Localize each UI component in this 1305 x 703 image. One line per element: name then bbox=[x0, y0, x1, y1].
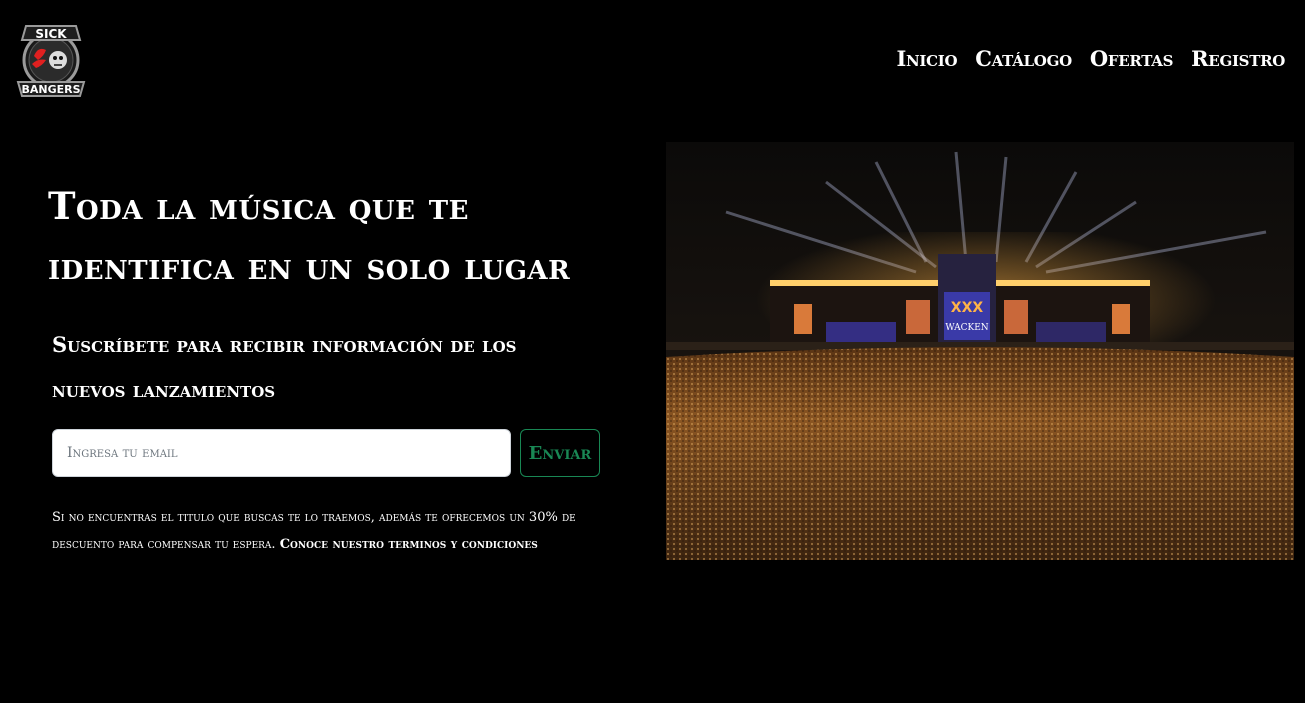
nav-inicio[interactable]: Inicio bbox=[896, 46, 957, 71]
concert-image: XXX WACKEN bbox=[666, 142, 1294, 560]
main-nav: Inicio Catálogo Ofertas Registro bbox=[896, 46, 1285, 71]
stage-banner-text: WACKEN bbox=[945, 323, 988, 333]
page: SICK BANGERS Inicio Catálogo Ofertas Reg… bbox=[0, 0, 1305, 703]
hero-subtitle: Suscríbete para recibir información de l… bbox=[52, 332, 517, 402]
stage-screen-text: XXX bbox=[951, 300, 984, 316]
discount-note: Si no encuentras el titulo que buscas te… bbox=[52, 505, 592, 558]
nav-ofertas[interactable]: Ofertas bbox=[1090, 46, 1174, 71]
nav-registro[interactable]: Registro bbox=[1191, 46, 1285, 71]
email-input[interactable] bbox=[52, 429, 511, 477]
site-logo[interactable]: SICK BANGERS bbox=[14, 14, 88, 104]
logo-text-bottom: BANGERS bbox=[21, 83, 80, 96]
hero-title: Toda la música que te identifica en un s… bbox=[48, 184, 571, 288]
terms-link[interactable]: Conoce nuestro terminos y condiciones bbox=[280, 537, 538, 552]
nav-catalogo[interactable]: Catálogo bbox=[975, 46, 1072, 71]
logo-text-top: SICK bbox=[35, 27, 67, 41]
send-button[interactable]: Enviar bbox=[520, 429, 600, 477]
